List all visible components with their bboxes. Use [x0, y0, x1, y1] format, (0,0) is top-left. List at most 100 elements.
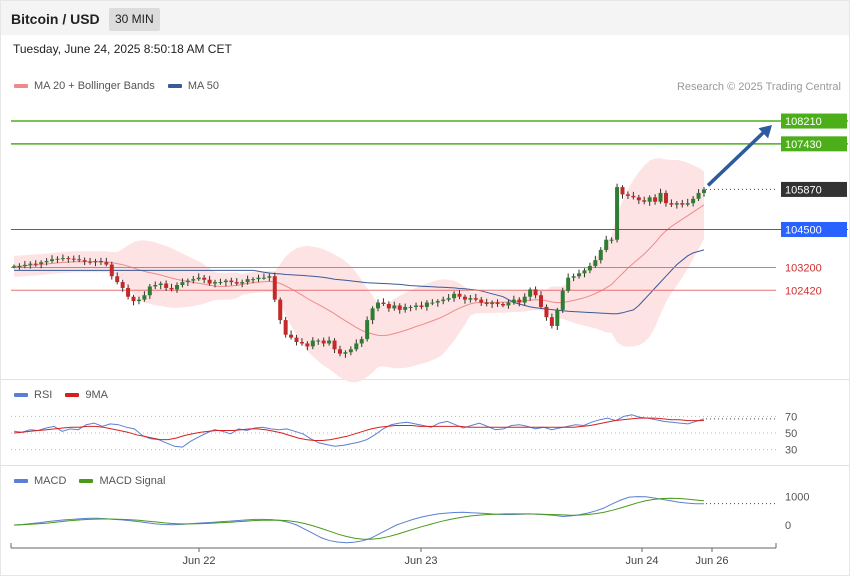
candle-body: [528, 289, 533, 297]
candle-body: [354, 343, 359, 350]
candle-body: [702, 189, 706, 193]
candle-body: [66, 258, 71, 260]
candle-body: [207, 279, 212, 284]
candle-body: [365, 320, 370, 340]
resistance-label: 107430: [785, 139, 822, 151]
macd-signal-line: [13, 497, 705, 540]
candle-body: [452, 293, 457, 299]
candle-body: [82, 260, 87, 262]
candle-body: [381, 302, 386, 305]
candle-body: [153, 285, 158, 287]
candle-body: [60, 258, 65, 260]
candle-body: [414, 305, 419, 307]
candle-body: [522, 296, 527, 303]
last-price-label: 105870: [785, 184, 822, 196]
candle-body: [310, 340, 315, 347]
candle-body: [386, 304, 391, 309]
candle-body: [251, 279, 256, 281]
candle-body: [653, 197, 658, 202]
candle-body: [93, 261, 98, 263]
candle-body: [158, 283, 163, 286]
candle-body: [28, 263, 33, 265]
time-axis-label: Jun 26: [695, 555, 728, 567]
candle-body: [196, 277, 201, 280]
candle-body: [316, 340, 321, 342]
candle-body: [359, 339, 364, 344]
candle-body: [174, 285, 179, 290]
candle-body: [484, 302, 489, 305]
projection-arrow-shaft: [706, 128, 768, 187]
candle-body: [473, 298, 478, 300]
candle-body: [430, 302, 435, 304]
candle-body: [337, 349, 342, 354]
candle-body: [696, 192, 701, 199]
candle-body: [479, 299, 484, 303]
candle-body: [88, 261, 93, 263]
chart-canvas[interactable]: 108210 107430 105870 104500 103200 102420 70 50…: [0, 0, 850, 576]
candle-body: [299, 342, 304, 344]
candle-body: [408, 306, 413, 308]
candle-body: [593, 260, 598, 267]
candle-body: [234, 282, 239, 284]
candle-body: [544, 306, 549, 318]
candle-body: [343, 352, 348, 354]
rsi-tick-label: 50: [785, 428, 797, 440]
candle-body: [615, 187, 620, 240]
candle-body: [397, 305, 402, 310]
candle-body: [77, 259, 82, 261]
candle-body: [468, 298, 473, 300]
support-label: 103200: [785, 262, 822, 274]
candle-body: [669, 203, 674, 205]
candle-body: [109, 264, 114, 277]
candle-body: [115, 276, 120, 283]
candle-body: [213, 282, 218, 284]
time-axis-label: Jun 24: [625, 555, 658, 567]
candle-body: [495, 302, 500, 305]
candle-body: [169, 287, 174, 290]
candle-body: [240, 282, 245, 284]
candle-body: [120, 282, 125, 288]
candle-body: [500, 304, 505, 306]
candle-body: [625, 194, 630, 196]
candle-body: [289, 334, 294, 338]
candle-body: [680, 203, 685, 205]
candle-body: [691, 198, 696, 204]
candle-body: [533, 289, 538, 296]
support-label: 102420: [785, 285, 822, 297]
candle-body: [229, 280, 234, 283]
candle-body: [12, 266, 16, 268]
candle-body: [104, 262, 109, 265]
candle-body: [674, 203, 679, 205]
candle-body: [131, 296, 136, 302]
candle-body: [256, 277, 261, 280]
candle-body: [435, 301, 440, 303]
candle-body: [549, 317, 554, 326]
candle-body: [180, 282, 185, 286]
macd-tick-label: 0: [785, 520, 791, 532]
candle-body: [261, 277, 266, 279]
candle-body: [327, 340, 332, 344]
candle-body: [620, 187, 625, 195]
candle-body: [539, 295, 544, 307]
time-axis-label: Jun 23: [404, 555, 437, 567]
candle-body: [348, 349, 353, 353]
candle-body: [462, 296, 467, 300]
candle-body: [223, 280, 228, 283]
candle-body: [55, 258, 60, 260]
candle-body: [663, 192, 668, 204]
candle-body: [560, 290, 565, 310]
candle-body: [490, 302, 495, 305]
candle-body: [245, 279, 250, 283]
candle-body: [376, 302, 381, 309]
candle-body: [642, 200, 647, 202]
candle-body: [658, 192, 663, 202]
candle-body: [555, 309, 560, 326]
candle-body: [98, 261, 103, 263]
rsi-line: [13, 414, 705, 448]
candle-body: [370, 308, 375, 321]
candle-body: [636, 197, 641, 201]
rsi-tick-label: 30: [785, 445, 797, 457]
candle-body: [446, 298, 451, 300]
candle-body: [571, 276, 576, 278]
candle-body: [164, 283, 169, 288]
